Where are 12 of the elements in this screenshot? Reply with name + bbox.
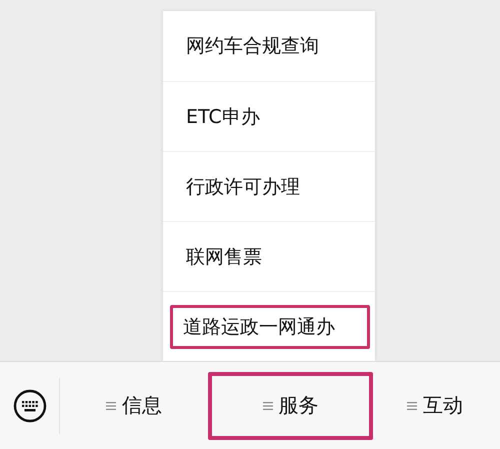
menu-tab[interactable]: 互动	[373, 372, 497, 440]
menu-item[interactable]: 道路运政一网通办	[170, 304, 370, 348]
menu-item[interactable]: 联网售票	[183, 234, 265, 278]
menu-tab[interactable]: 信息	[60, 372, 208, 440]
menu-item[interactable]: 网约车合规查询	[183, 24, 322, 68]
menu-icon	[262, 400, 272, 410]
menu-item[interactable]: 行政许可办理	[183, 164, 303, 208]
menu-icon	[106, 400, 116, 410]
keyboard-icon[interactable]	[13, 388, 47, 422]
menu-tab[interactable]: 服务	[208, 372, 373, 440]
menu-icon	[407, 400, 417, 410]
menu-item[interactable]: ETC申办	[183, 94, 263, 138]
